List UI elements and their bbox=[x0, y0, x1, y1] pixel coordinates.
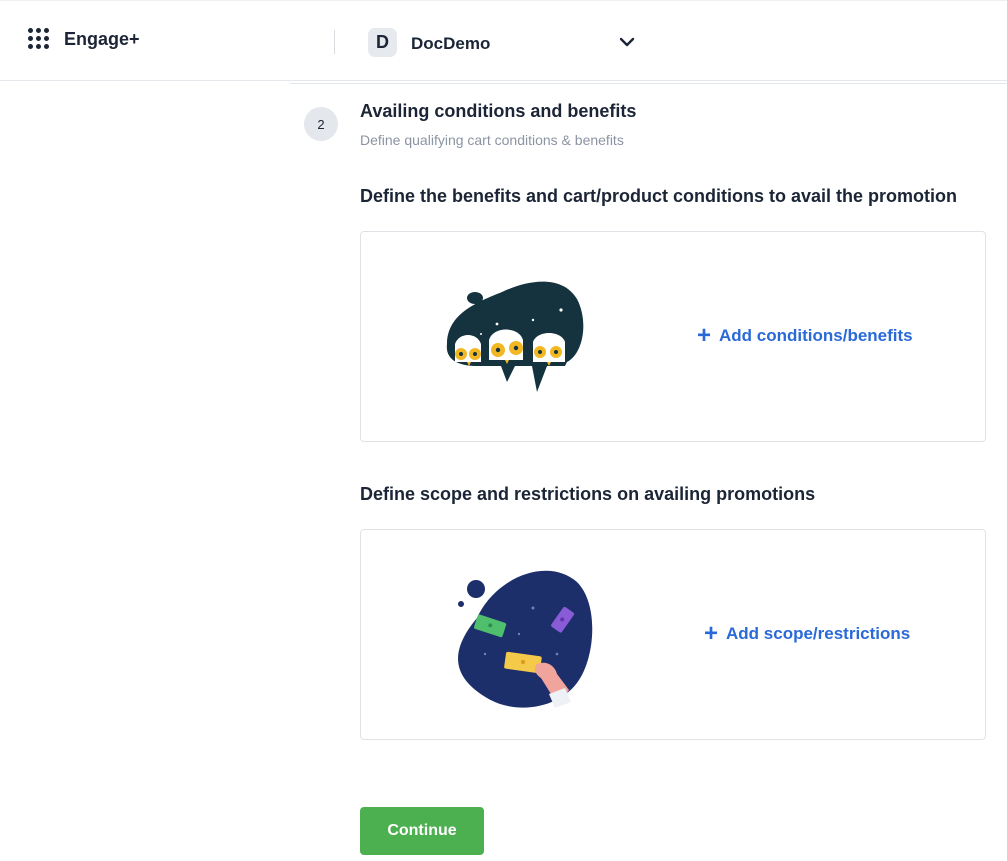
plus-icon: + bbox=[704, 620, 719, 647]
app-brand: Engage+ bbox=[64, 29, 140, 49]
step-number-badge: 2 bbox=[304, 107, 338, 141]
owls-illustration bbox=[446, 281, 584, 392]
add-conditions-benefits-link[interactable]: + Add conditions/benefits bbox=[697, 324, 913, 348]
scope-card: + Add scope/restrictions bbox=[360, 529, 986, 740]
add-scope-label: Add scope/restrictions bbox=[726, 624, 911, 643]
top-bar: Engage+ D DocDemo bbox=[0, 0, 1007, 81]
step-title: Availing conditions and benefits bbox=[360, 101, 637, 121]
add-conditions-label: Add conditions/benefits bbox=[719, 326, 913, 345]
tickets-illustration bbox=[458, 570, 593, 708]
conditions-card: + Add conditions/benefits bbox=[360, 231, 986, 442]
org-avatar[interactable]: D bbox=[368, 28, 397, 57]
chevron-down-icon[interactable] bbox=[617, 32, 637, 52]
plus-icon: + bbox=[697, 322, 712, 349]
apps-grid-icon[interactable] bbox=[28, 28, 50, 50]
scope-section-heading: Define scope and restrictions on availin… bbox=[360, 484, 816, 504]
step-subtitle: Define qualifying cart conditions & bene… bbox=[360, 132, 624, 148]
conditions-section-heading: Define the benefits and cart/product con… bbox=[360, 186, 958, 206]
content-divider bbox=[290, 83, 1007, 84]
header-divider bbox=[334, 30, 335, 54]
add-scope-restrictions-link[interactable]: + Add scope/restrictions bbox=[704, 622, 910, 646]
continue-button[interactable]: Continue bbox=[360, 807, 484, 855]
org-name[interactable]: DocDemo bbox=[411, 34, 490, 54]
